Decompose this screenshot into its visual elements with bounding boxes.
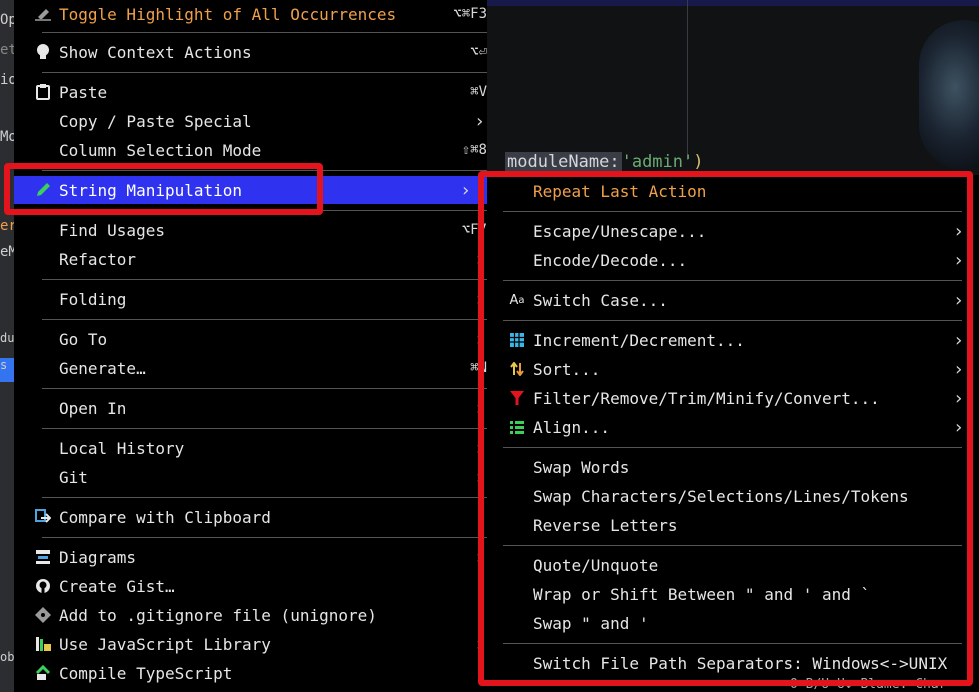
menu-separator (42, 279, 487, 280)
menu-item-label: Create Gist… (59, 576, 175, 596)
menu-item-label: Show Context Actions (59, 42, 252, 62)
diagram-icon (34, 548, 52, 566)
gutter-fragment: Mo (0, 129, 14, 145)
chevron-right-icon: › (460, 179, 471, 201)
typescript-icon (34, 664, 52, 682)
gutter-fragment: et (0, 42, 14, 58)
menu-separator (42, 388, 487, 389)
code-string: 'admin' (621, 152, 694, 172)
menu-item-toggle-highlight[interactable]: Toggle Highlight of All Occurrences ⌥⌘F3 (28, 0, 487, 28)
menu-item-label: Open In (59, 398, 127, 418)
menu-item-git[interactable]: Git › (28, 463, 487, 491)
lightbulb-icon (34, 43, 52, 61)
menu-item-use-javascript-library[interactable]: Use JavaScript Library › (28, 630, 487, 658)
code-fragment: moduleName:'admin') (505, 152, 704, 172)
menu-item-label: Compile TypeScript (59, 663, 233, 683)
menu-item-column-selection-mode[interactable]: Column Selection Mode ⇧⌘8 (28, 136, 487, 164)
menu-item-label: Compare with Clipboard (59, 507, 271, 527)
menu-item-label: Toggle Highlight of All Occurrences (59, 4, 397, 24)
menu-item-label: Refactor (59, 249, 137, 269)
menu-item-label: Paste (59, 82, 108, 102)
gutter-fragment: s (0, 358, 14, 382)
menu-item-shortcut: ⌥⏎ (470, 44, 487, 60)
menu-item-show-context-actions[interactable]: Show Context Actions ⌥⏎ (28, 38, 487, 66)
menu-item-open-in[interactable]: Open In › (28, 394, 487, 422)
github-icon (34, 577, 52, 595)
js-library-icon (34, 635, 52, 653)
compare-icon (34, 508, 52, 526)
menu-item-shortcut: ⇧⌘8 (461, 142, 487, 158)
menu-item-label: Git (59, 467, 88, 487)
background-image-fragment (919, 20, 979, 170)
menu-item-local-history[interactable]: Local History › (28, 434, 487, 462)
menu-item-label: Column Selection Mode (59, 140, 262, 160)
gutter-fragment: er (0, 218, 14, 234)
annotation-box-submenu (478, 171, 973, 686)
chevron-right-icon: › (474, 110, 485, 132)
gutter-fragment: Op (0, 12, 14, 28)
menu-item-compile-typescript[interactable]: Compile TypeScript (28, 659, 487, 687)
code-paren: ) (693, 152, 704, 172)
menu-item-add-to-gitignore[interactable]: Add to .gitignore file (unignore) (28, 601, 487, 629)
gutter-fragment: du (0, 331, 14, 345)
code-keyword: moduleName: (505, 152, 622, 172)
clipboard-icon (34, 83, 52, 101)
menu-item-label: Generate… (59, 358, 146, 378)
menu-item-label: Diagrams (59, 547, 137, 567)
menu-separator (42, 428, 487, 429)
menu-item-generate[interactable]: Generate… ⌘N (28, 354, 487, 382)
gutter-fragment: eM (0, 244, 14, 260)
menu-item-label: Add to .gitignore file (unignore) (59, 605, 377, 625)
menu-item-label: Go To (59, 329, 108, 349)
gutter-fragment: ob (0, 650, 14, 664)
menu-item-label: Use JavaScript Library (59, 634, 271, 654)
menu-separator (42, 32, 487, 33)
highlighter-icon (34, 5, 52, 23)
editor-guide-line (687, 0, 688, 160)
menu-item-label: Folding (59, 289, 127, 309)
menu-item-label: Find Usages (59, 220, 165, 240)
gutter-fragment: io (0, 72, 14, 88)
menu-separator (42, 537, 487, 538)
menu-item-compare-with-clipboard[interactable]: Compare with Clipboard (28, 503, 487, 531)
context-menu: Toggle Highlight of All Occurrences ⌥⌘F3… (14, 0, 487, 692)
gitignore-icon (34, 606, 52, 624)
left-editor-gutter: Op et io Mo er eM du s ob (0, 0, 14, 692)
menu-item-go-to[interactable]: Go To › (28, 325, 487, 353)
menu-item-copy-paste-special[interactable]: Copy / Paste Special › (28, 107, 487, 135)
annotation-box-string-manipulation (4, 163, 323, 215)
menu-item-label: Local History (59, 438, 185, 458)
menu-item-refactor[interactable]: Refactor › (28, 245, 487, 273)
menu-separator (42, 72, 487, 73)
menu-item-shortcut: ⌥⌘F3 (453, 6, 487, 22)
menu-separator (42, 319, 487, 320)
menu-item-folding[interactable]: Folding › (28, 285, 487, 313)
menu-item-find-usages[interactable]: Find Usages ⌥F7 (28, 216, 487, 244)
menu-item-paste[interactable]: Paste ⌘V (28, 78, 487, 106)
editor-top-strip (487, 0, 979, 6)
menu-item-label: Copy / Paste Special (59, 111, 252, 131)
menu-separator (42, 497, 487, 498)
menu-item-shortcut: ⌘V (470, 84, 487, 100)
menu-item-create-gist[interactable]: Create Gist… (28, 572, 487, 600)
menu-item-diagrams[interactable]: Diagrams › (28, 543, 487, 571)
